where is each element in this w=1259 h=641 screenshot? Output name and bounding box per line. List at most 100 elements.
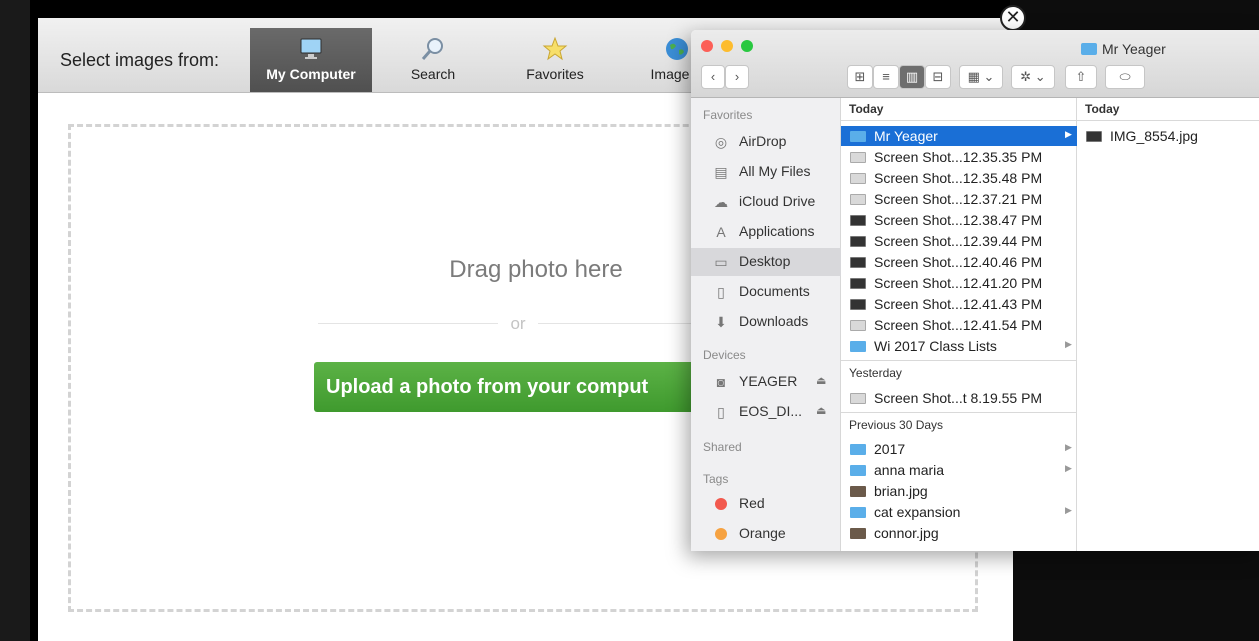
devices-header: Devices [703, 348, 746, 362]
upload-photo-button[interactable]: Upload a photo from your comput [314, 362, 734, 412]
list-item[interactable]: Screen Shot...12.35.35 PM [841, 147, 1077, 167]
folder-icon [850, 131, 866, 142]
column-divider [1077, 120, 1259, 121]
folder-icon [850, 341, 866, 352]
list-item[interactable]: cat expansion ▶ [841, 502, 1077, 522]
chevron-right-icon: ▶ [1065, 505, 1072, 515]
chevron-right-icon: ▶ [1065, 339, 1072, 349]
documents-icon: ▯ [717, 284, 725, 300]
sidebar-item-desktop[interactable]: ▭ Desktop [691, 248, 841, 276]
list-item[interactable]: connor.jpg [841, 523, 1077, 543]
zoom-window-button[interactable] [741, 40, 753, 52]
finder-column-desktop: Today Mr Yeager ▶ Screen Shot...12.35.35… [841, 98, 1077, 551]
list-item[interactable]: 2017 ▶ [841, 439, 1077, 459]
section-divider [841, 412, 1077, 413]
desktop-icon: ▭ [714, 254, 728, 270]
section-header-previous-30-days: Previous 30 Days [849, 418, 944, 432]
list-item[interactable]: Screen Shot...12.37.21 PM [841, 189, 1077, 209]
tab-favorites[interactable]: Favorites [494, 28, 616, 92]
cloud-icon: ☁ [714, 194, 728, 210]
column-divider [841, 120, 1077, 121]
share-button[interactable]: ⇧ [1065, 65, 1097, 89]
list-item[interactable]: IMG_8554.jpg [1077, 126, 1259, 146]
sidebar-item-airdrop[interactable]: ◎ AirDrop [691, 128, 841, 156]
or-text: or [498, 314, 538, 334]
column-header: Today [1085, 102, 1120, 116]
sidebar-item-downloads[interactable]: ⬇ Downloads [691, 308, 841, 336]
arrange-button[interactable]: ▦ ⌄ [959, 65, 1003, 89]
list-item[interactable]: Screen Shot...12.39.44 PM [841, 231, 1077, 251]
list-item[interactable]: Screen Shot...12.38.47 PM [841, 210, 1077, 230]
sidebar-item-all-my-files[interactable]: ▤ All My Files [691, 158, 841, 186]
sidebar-item-eos-digital[interactable]: ▯ EOS_DI... ⏏ [691, 398, 841, 426]
finder-column-mr-yeager: Today IMG_8554.jpg [1077, 98, 1259, 551]
all-files-icon: ▤ [714, 164, 728, 180]
cover-flow-button[interactable]: ⊟ [925, 65, 951, 89]
tag-dot-icon [715, 528, 727, 540]
image-file-icon [850, 528, 866, 539]
screenshot-icon [850, 299, 866, 310]
magnifier-icon [421, 38, 443, 60]
column-header: Today [849, 102, 884, 116]
list-item[interactable]: Screen Shot...12.41.43 PM [841, 294, 1077, 314]
image-file-icon [1086, 131, 1102, 142]
tab-my-computer[interactable]: My Computer [250, 28, 372, 92]
sidebar-tag-red[interactable]: Red [691, 490, 841, 518]
image-file-icon [850, 486, 866, 497]
list-item[interactable]: Screen Shot...12.41.20 PM [841, 273, 1077, 293]
shared-header: Shared [703, 440, 742, 454]
sidebar-item-icloud-drive[interactable]: ☁ iCloud Drive [691, 188, 841, 216]
tab-label: My Computer [266, 66, 356, 82]
forward-button[interactable]: › [725, 65, 749, 89]
hard-drive-icon: ◙ [716, 374, 726, 390]
tag-dot-icon [715, 498, 727, 510]
tab-search[interactable]: Search [372, 28, 494, 92]
section-divider [841, 360, 1077, 361]
close-window-button[interactable] [701, 40, 713, 52]
list-item[interactable]: Screen Shot...12.40.46 PM [841, 252, 1077, 272]
sidebar-item-applications[interactable]: A Applications [691, 218, 841, 246]
screenshot-icon [850, 257, 866, 268]
list-item[interactable]: Screen Shot...12.41.54 PM [841, 315, 1077, 335]
sidebar-item-yeager[interactable]: ◙ YEAGER ⏏ [691, 368, 841, 396]
list-view-button[interactable]: ≡ [873, 65, 899, 89]
screenshot-icon [850, 194, 866, 205]
folder-icon [850, 507, 866, 518]
tags-header: Tags [703, 472, 729, 486]
list-item[interactable]: anna maria ▶ [841, 460, 1077, 480]
screenshot-icon [850, 152, 866, 163]
list-item[interactable]: Screen Shot...12.35.48 PM [841, 168, 1077, 188]
sidebar-item-documents[interactable]: ▯ Documents [691, 278, 841, 306]
disk-icon: ▯ [717, 404, 725, 420]
tag-button[interactable]: ⬭ [1105, 65, 1145, 89]
list-item[interactable]: Wi 2017 Class Lists ▶ [841, 336, 1077, 356]
finder-window: Mr Yeager ‹ › ⊞ ≡ ▥ ⊟ ▦ ⌄ ✲ ⌄ ⇧ ⬭ Favori… [691, 30, 1259, 551]
section-header-yesterday: Yesterday [849, 366, 902, 380]
screenshot-icon [850, 278, 866, 289]
list-item[interactable]: brian.jpg [841, 481, 1077, 501]
screenshot-icon [850, 236, 866, 247]
downloads-icon: ⬇ [715, 314, 727, 330]
chevron-right-icon: ▶ [1065, 463, 1072, 473]
minimize-window-button[interactable] [721, 40, 733, 52]
screenshot-icon [850, 320, 866, 331]
list-item[interactable]: Mr Yeager ▶ [841, 126, 1077, 146]
eject-icon[interactable]: ⏏ [816, 404, 826, 417]
favorites-header: Favorites [703, 108, 753, 122]
icon-view-button[interactable]: ⊞ [847, 65, 873, 89]
background-left [0, 0, 30, 641]
sidebar-tag-orange[interactable]: Orange [691, 520, 841, 548]
column-view-button[interactable]: ▥ [899, 65, 925, 89]
airdrop-icon: ◎ [714, 134, 728, 150]
tab-label: Favorites [526, 66, 584, 82]
screenshot-icon [850, 393, 866, 404]
chevron-right-icon: ▶ [1065, 129, 1072, 139]
star-icon [542, 36, 568, 61]
eject-icon[interactable]: ⏏ [816, 374, 826, 387]
list-item[interactable]: Screen Shot...t 8.19.55 PM [841, 388, 1077, 408]
back-button[interactable]: ‹ [701, 65, 725, 89]
close-icon[interactable]: ✕ [1000, 5, 1026, 31]
folder-icon [1081, 43, 1097, 55]
action-gear-button[interactable]: ✲ ⌄ [1011, 65, 1055, 89]
tab-label: Search [410, 66, 456, 82]
